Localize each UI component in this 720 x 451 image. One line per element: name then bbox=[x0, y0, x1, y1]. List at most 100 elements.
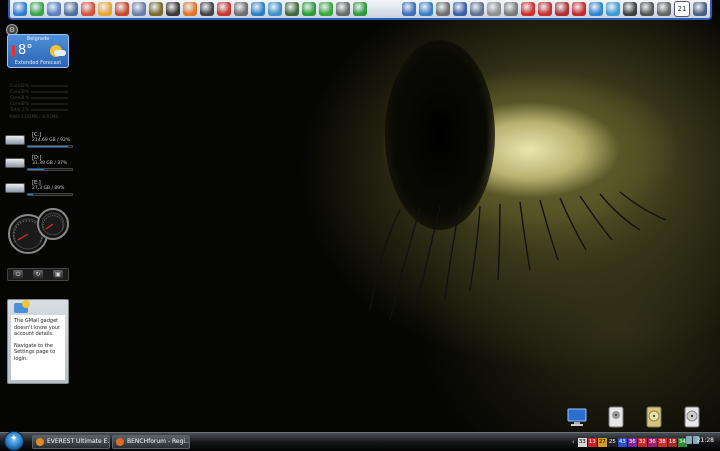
opera-icon[interactable] bbox=[538, 2, 552, 16]
taskbar-task-button[interactable]: EVEREST Ultimate E... bbox=[32, 435, 110, 449]
clock-icon[interactable] bbox=[436, 2, 450, 16]
gmail-gadget[interactable]: The GMail gadget doesn't know your accou… bbox=[7, 299, 69, 384]
weather-city: Belgrade bbox=[26, 36, 50, 42]
shutdown-gadget: ⏻ ↻ ▣ bbox=[7, 268, 69, 281]
cpu-core-label: Core3 bbox=[10, 95, 24, 101]
gmail-message-account: The GMail gadget doesn't know your accou… bbox=[14, 318, 61, 337]
alert-icon[interactable] bbox=[521, 2, 535, 16]
core-temp-indicator[interactable]: 18 bbox=[667, 437, 677, 447]
spreadsheet-icon[interactable] bbox=[64, 2, 78, 16]
drive-usage-bar bbox=[27, 145, 73, 148]
document-icon[interactable] bbox=[47, 2, 61, 16]
speedometer-gadget bbox=[8, 208, 69, 254]
gmail-message-settings[interactable]: Navigate to the Settings page to login. bbox=[14, 343, 62, 363]
ie-icon[interactable] bbox=[589, 2, 603, 16]
drive-meter[interactable]: [C:] 214.69 GB / 92% bbox=[5, 132, 73, 150]
antivirus-icon[interactable] bbox=[251, 2, 265, 16]
twitter-icon[interactable] bbox=[606, 2, 620, 16]
drive-usage-text: 31.39 GB / 37% bbox=[32, 161, 68, 166]
drive-meter[interactable]: [E:] 27.3 GB / 89% bbox=[5, 180, 73, 198]
cpu-core-bar bbox=[31, 109, 68, 111]
hard-drive-desktop-icon[interactable] bbox=[605, 406, 627, 428]
core-temp-indicator[interactable]: 33 bbox=[577, 437, 587, 447]
core-temp-indicator[interactable]: 36 bbox=[647, 437, 657, 447]
webcam-icon[interactable] bbox=[640, 2, 654, 16]
flag-icon[interactable] bbox=[217, 2, 231, 16]
gamepad-icon[interactable] bbox=[234, 2, 248, 16]
media-disc-icon[interactable] bbox=[149, 2, 163, 16]
cpu-core-bar bbox=[31, 85, 68, 87]
search-icon[interactable] bbox=[555, 2, 569, 16]
cpu-core-bar bbox=[31, 97, 68, 99]
core-temp-indicator[interactable]: 25 bbox=[607, 437, 617, 447]
core-temp-indicator[interactable]: 38 bbox=[657, 437, 667, 447]
drive-usage-bar bbox=[27, 193, 73, 196]
cpu-core-label: Core2 bbox=[10, 89, 24, 95]
network-icon[interactable] bbox=[268, 2, 282, 16]
eye-icon[interactable] bbox=[285, 2, 299, 16]
usb-icon[interactable] bbox=[336, 2, 350, 16]
weather-forecast-link[interactable]: Extended Forecast bbox=[8, 60, 68, 66]
drive-meter[interactable]: [D:] 31.39 GB / 37% bbox=[5, 155, 73, 173]
drive-usage-fill bbox=[28, 169, 45, 170]
core-temp-indicator[interactable]: 36 bbox=[627, 437, 637, 447]
mail-icon[interactable] bbox=[98, 2, 112, 16]
cpu-core-value: 2% bbox=[22, 107, 30, 113]
restart-icon[interactable]: ↻ bbox=[33, 270, 43, 279]
player-icon[interactable] bbox=[166, 2, 180, 16]
system-tray: ‹ 33 13 27 25 43 36 32 36 38 18 34 bbox=[572, 436, 687, 448]
browser-globe-icon[interactable] bbox=[13, 2, 27, 16]
task-app-icon bbox=[116, 438, 124, 446]
rocket-icon[interactable] bbox=[183, 2, 197, 16]
camera-icon[interactable] bbox=[657, 2, 671, 16]
cpu-core-label: Core1 bbox=[10, 83, 24, 89]
hard-disk-icon bbox=[5, 183, 25, 193]
desktop-icon[interactable] bbox=[693, 2, 707, 16]
timer-icon[interactable] bbox=[487, 2, 501, 16]
shutdown-power-icon[interactable]: ⏻ bbox=[13, 270, 23, 279]
book-icon[interactable] bbox=[453, 2, 467, 16]
cpu-core-value: 3% bbox=[22, 89, 30, 95]
keyboard-icon[interactable] bbox=[470, 2, 484, 16]
task-app-icon bbox=[36, 438, 44, 446]
computer-desktop-icon[interactable] bbox=[566, 406, 588, 428]
star-icon[interactable] bbox=[623, 2, 637, 16]
tools-icon[interactable] bbox=[504, 2, 518, 16]
cpu-core-label: Total bbox=[10, 107, 21, 113]
taskbar-task-button[interactable]: BENCHforum - Regi... bbox=[112, 435, 190, 449]
drive-usage-fill bbox=[28, 146, 69, 147]
monitor-icon[interactable] bbox=[402, 2, 416, 16]
launcher-dock: 21 bbox=[8, 0, 712, 20]
cpu-core-value: 1% bbox=[22, 95, 30, 101]
film-icon[interactable] bbox=[200, 2, 214, 16]
hard-disk-icon bbox=[5, 135, 25, 145]
paint-icon[interactable] bbox=[81, 2, 95, 16]
network-tray-icon[interactable] bbox=[686, 436, 692, 444]
lock-icon[interactable]: ▣ bbox=[53, 270, 63, 279]
refresh-green-icon[interactable] bbox=[30, 2, 44, 16]
core-temp-indicator[interactable]: 27 bbox=[597, 437, 607, 447]
stop-icon[interactable] bbox=[572, 2, 586, 16]
core-temp-indicator[interactable]: 32 bbox=[637, 437, 647, 447]
globe-icon[interactable] bbox=[419, 2, 433, 16]
start-button[interactable] bbox=[4, 431, 24, 451]
taskbar-clock[interactable]: 21:28 bbox=[697, 437, 714, 444]
office-icon[interactable] bbox=[115, 2, 129, 16]
cpu-core-value: 2% bbox=[22, 83, 30, 89]
disc-drive-desktop-icon[interactable] bbox=[643, 406, 665, 428]
phone-icon[interactable] bbox=[302, 2, 316, 16]
sync-icon[interactable] bbox=[353, 2, 367, 16]
calculator-icon[interactable] bbox=[132, 2, 146, 16]
weather-gadget[interactable]: Belgrade 8° Extended Forecast bbox=[7, 34, 69, 68]
tray-expand-icon[interactable]: ‹ bbox=[572, 438, 575, 446]
task-label: EVEREST Ultimate E... bbox=[47, 438, 110, 445]
power-icon[interactable] bbox=[319, 2, 333, 16]
drive-usage-text: 27.3 GB / 89% bbox=[32, 186, 65, 191]
cpu-core-value: 2% bbox=[22, 101, 30, 107]
calendar-icon[interactable]: 21 bbox=[674, 1, 690, 17]
recycle-bin-desktop-icon[interactable] bbox=[681, 406, 703, 428]
core-temp-indicator[interactable]: 43 bbox=[617, 437, 627, 447]
drive-usage-bar bbox=[27, 168, 73, 171]
core-temp-indicator[interactable]: 13 bbox=[587, 437, 597, 447]
cpu-meter-gadget: Core1 2% Core2 3% Core3 1% Core4 2% Total 2% RAM: … bbox=[10, 83, 68, 119]
